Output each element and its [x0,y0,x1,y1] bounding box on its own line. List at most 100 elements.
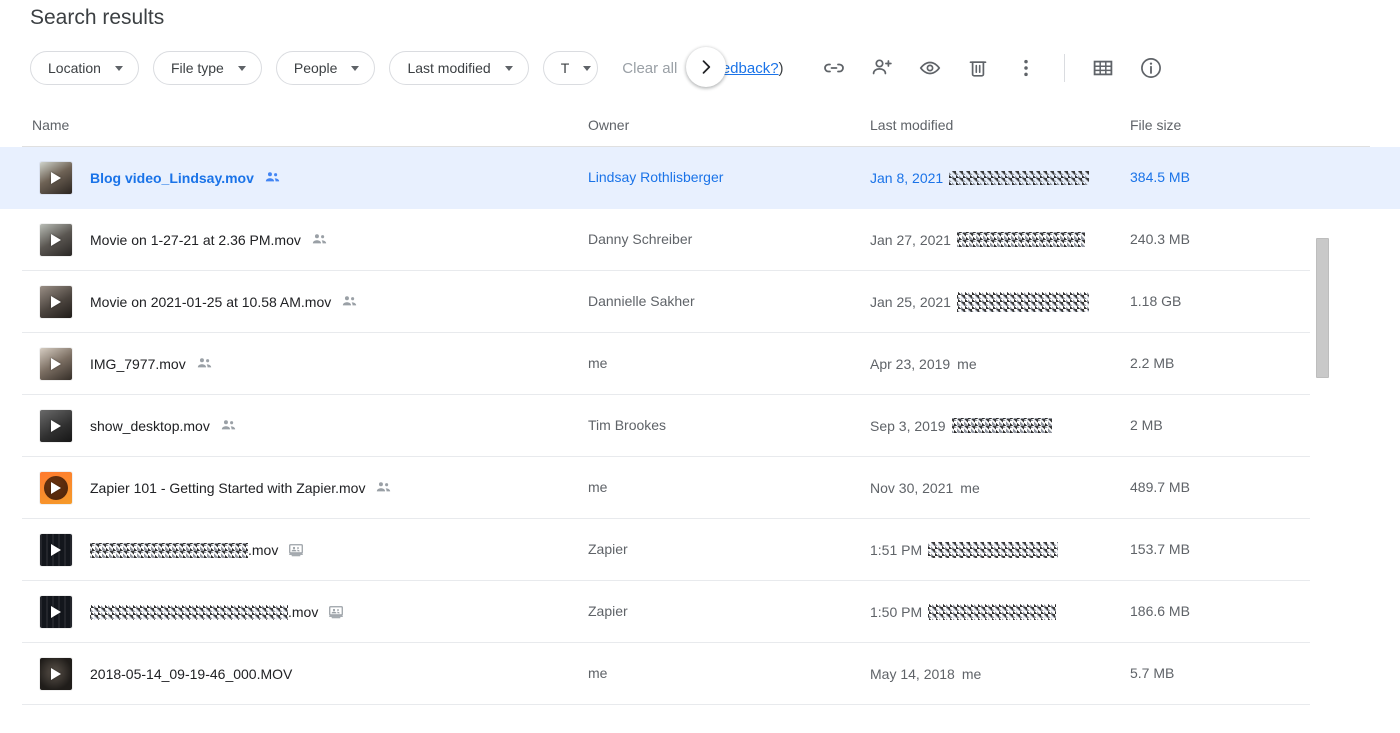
trash-icon [969,61,986,77]
table-row[interactable]: 2018-05-14_09-19-46_000.MOV me May 14, 2… [0,643,1400,705]
people-shared-icon [311,231,328,248]
file-name: IMG_7977.mov [90,355,186,372]
people-shared-icon [264,169,281,186]
filter-chip-label: People [293,60,338,76]
file-name-extension: .mov [248,541,279,558]
file-size: 2 MB [1130,416,1163,433]
file-name: Movie on 2021-01-25 at 10.58 AM.mov [90,293,332,310]
table-row[interactable]: Zapier 101 - Getting Started with Zapier… [0,457,1400,519]
person-add-icon [872,59,892,75]
play-icon [51,543,61,556]
file-size: 384.5 MB [1130,168,1190,185]
file-owner: Tim Brookes [588,416,667,433]
file-thumbnail [40,595,72,628]
file-size: 186.6 MB [1130,602,1190,619]
details-button[interactable] [1127,44,1175,92]
table-row[interactable]: Movie on 1-27-21 at 2.36 PM.mov Danny Sc… [0,209,1400,271]
link-icon [823,63,844,73]
info-icon [1140,58,1161,78]
grid-view-icon [1093,60,1112,76]
file-last-modified: Jan 8, 2021 [870,169,944,186]
people-shared-icon [343,296,357,306]
filter-chip-people[interactable]: People [275,51,376,85]
file-last-modified: Sep 3, 2019 [870,417,946,434]
file-last-modified: 1:50 PM [870,603,923,620]
file-thumbnail [40,533,72,566]
chevron-down-icon [583,65,592,71]
redacted-text [90,542,248,558]
redacted-text [951,418,1052,433]
filter-chip-location[interactable]: Location [30,51,139,85]
share-button[interactable] [858,44,906,92]
chevron-down-icon [237,65,246,71]
shared-drive-icon [288,542,304,558]
play-icon [51,357,61,370]
file-owner: me [588,664,608,681]
feedback-paren-close: ) [778,59,784,77]
file-thumbnail [40,223,72,256]
file-name: 2018-05-14_09-19-46_000.MOV [90,665,293,682]
grid-view-button[interactable] [1079,44,1127,92]
file-list: Name Owner Last modified File size Blog … [0,104,1400,705]
file-last-modified: Apr 23, 2019 [870,355,951,372]
people-shared-icon [196,355,213,372]
get-link-button[interactable] [810,44,858,92]
file-last-modified: Jan 25, 2021 [870,293,951,310]
filter-chip-more[interactable]: T [542,51,599,85]
chevron-down-icon [351,65,360,71]
file-name: Movie on 1-27-21 at 2.36 PM.mov [90,231,301,248]
toolbar-actions [810,44,1175,92]
file-size: 1.18 GB [1130,292,1182,309]
people-shared-icon [197,358,211,368]
file-last-modified: May 14, 2018 [870,665,955,682]
filter-chip-group: Location File type People Last modified … [30,47,726,87]
table-row[interactable]: .mov Zapier 1:51 PM 153.7 MB [0,519,1400,581]
file-size: 2.2 MB [1130,354,1175,371]
column-header-file-size[interactable]: File size [1130,117,1310,133]
table-row[interactable]: Movie on 2021-01-25 at 10.58 AM.mov Dann… [0,271,1400,333]
table-row[interactable]: .mov Zapier 1:50 PM 186.6 MB [0,581,1400,643]
table-row[interactable]: IMG_7977.mov me Apr 23, 2019 me 2.2 MB [0,333,1400,395]
remove-button[interactable] [954,44,1002,92]
column-header-owner[interactable]: Owner [588,117,870,133]
people-shared-icon [312,234,327,244]
filter-chip-label: File type [170,60,224,76]
file-name: Zapier 101 - Getting Started with Zapier… [90,479,366,496]
redacted-text [956,232,1085,247]
file-owner: Zapier [588,602,628,619]
filter-chip-label: Location [48,60,101,76]
people-shared-icon [377,482,391,492]
last-modified-by: me [961,665,982,682]
column-header-last-modified[interactable]: Last modified [870,117,1130,133]
people-shared-icon [220,417,237,434]
chips-scroll-next-button[interactable] [686,47,726,87]
preview-button[interactable] [906,44,954,92]
file-thumbnail [40,409,72,442]
filter-chip-last-modified[interactable]: Last modified [389,51,529,85]
eye-icon [919,61,940,75]
file-last-modified: Nov 30, 2021 [870,479,954,496]
column-header-name[interactable]: Name [22,117,588,133]
table-row[interactable]: Blog video_Lindsay.mov Lindsay Rothlisbe… [0,147,1400,209]
column-headers: Name Owner Last modified File size [22,104,1370,147]
vertical-scrollbar[interactable] [1316,238,1329,378]
redacted-text [90,604,288,620]
file-owner: me [588,478,608,495]
file-rows: Blog video_Lindsay.mov Lindsay Rothlisbe… [0,147,1400,705]
redacted-text [928,541,1059,558]
page-title: Search results [30,6,165,29]
play-icon [51,605,61,618]
filter-chip-file-type[interactable]: File type [152,51,262,85]
more-actions-button[interactable] [1002,44,1050,92]
file-thumbnail [40,657,72,690]
redacted-text [949,170,1090,185]
file-owner: Zapier [588,540,628,557]
table-row[interactable]: show_desktop.mov Tim Brookes Sep 3, 2019… [0,395,1400,457]
chevron-down-icon [504,65,513,71]
redacted-text [928,603,1057,620]
file-last-modified: 1:51 PM [870,541,923,558]
file-thumbnail [40,285,72,318]
play-icon [51,171,61,184]
file-owner: me [588,354,608,371]
clear-all-button[interactable]: Clear all [622,60,677,77]
